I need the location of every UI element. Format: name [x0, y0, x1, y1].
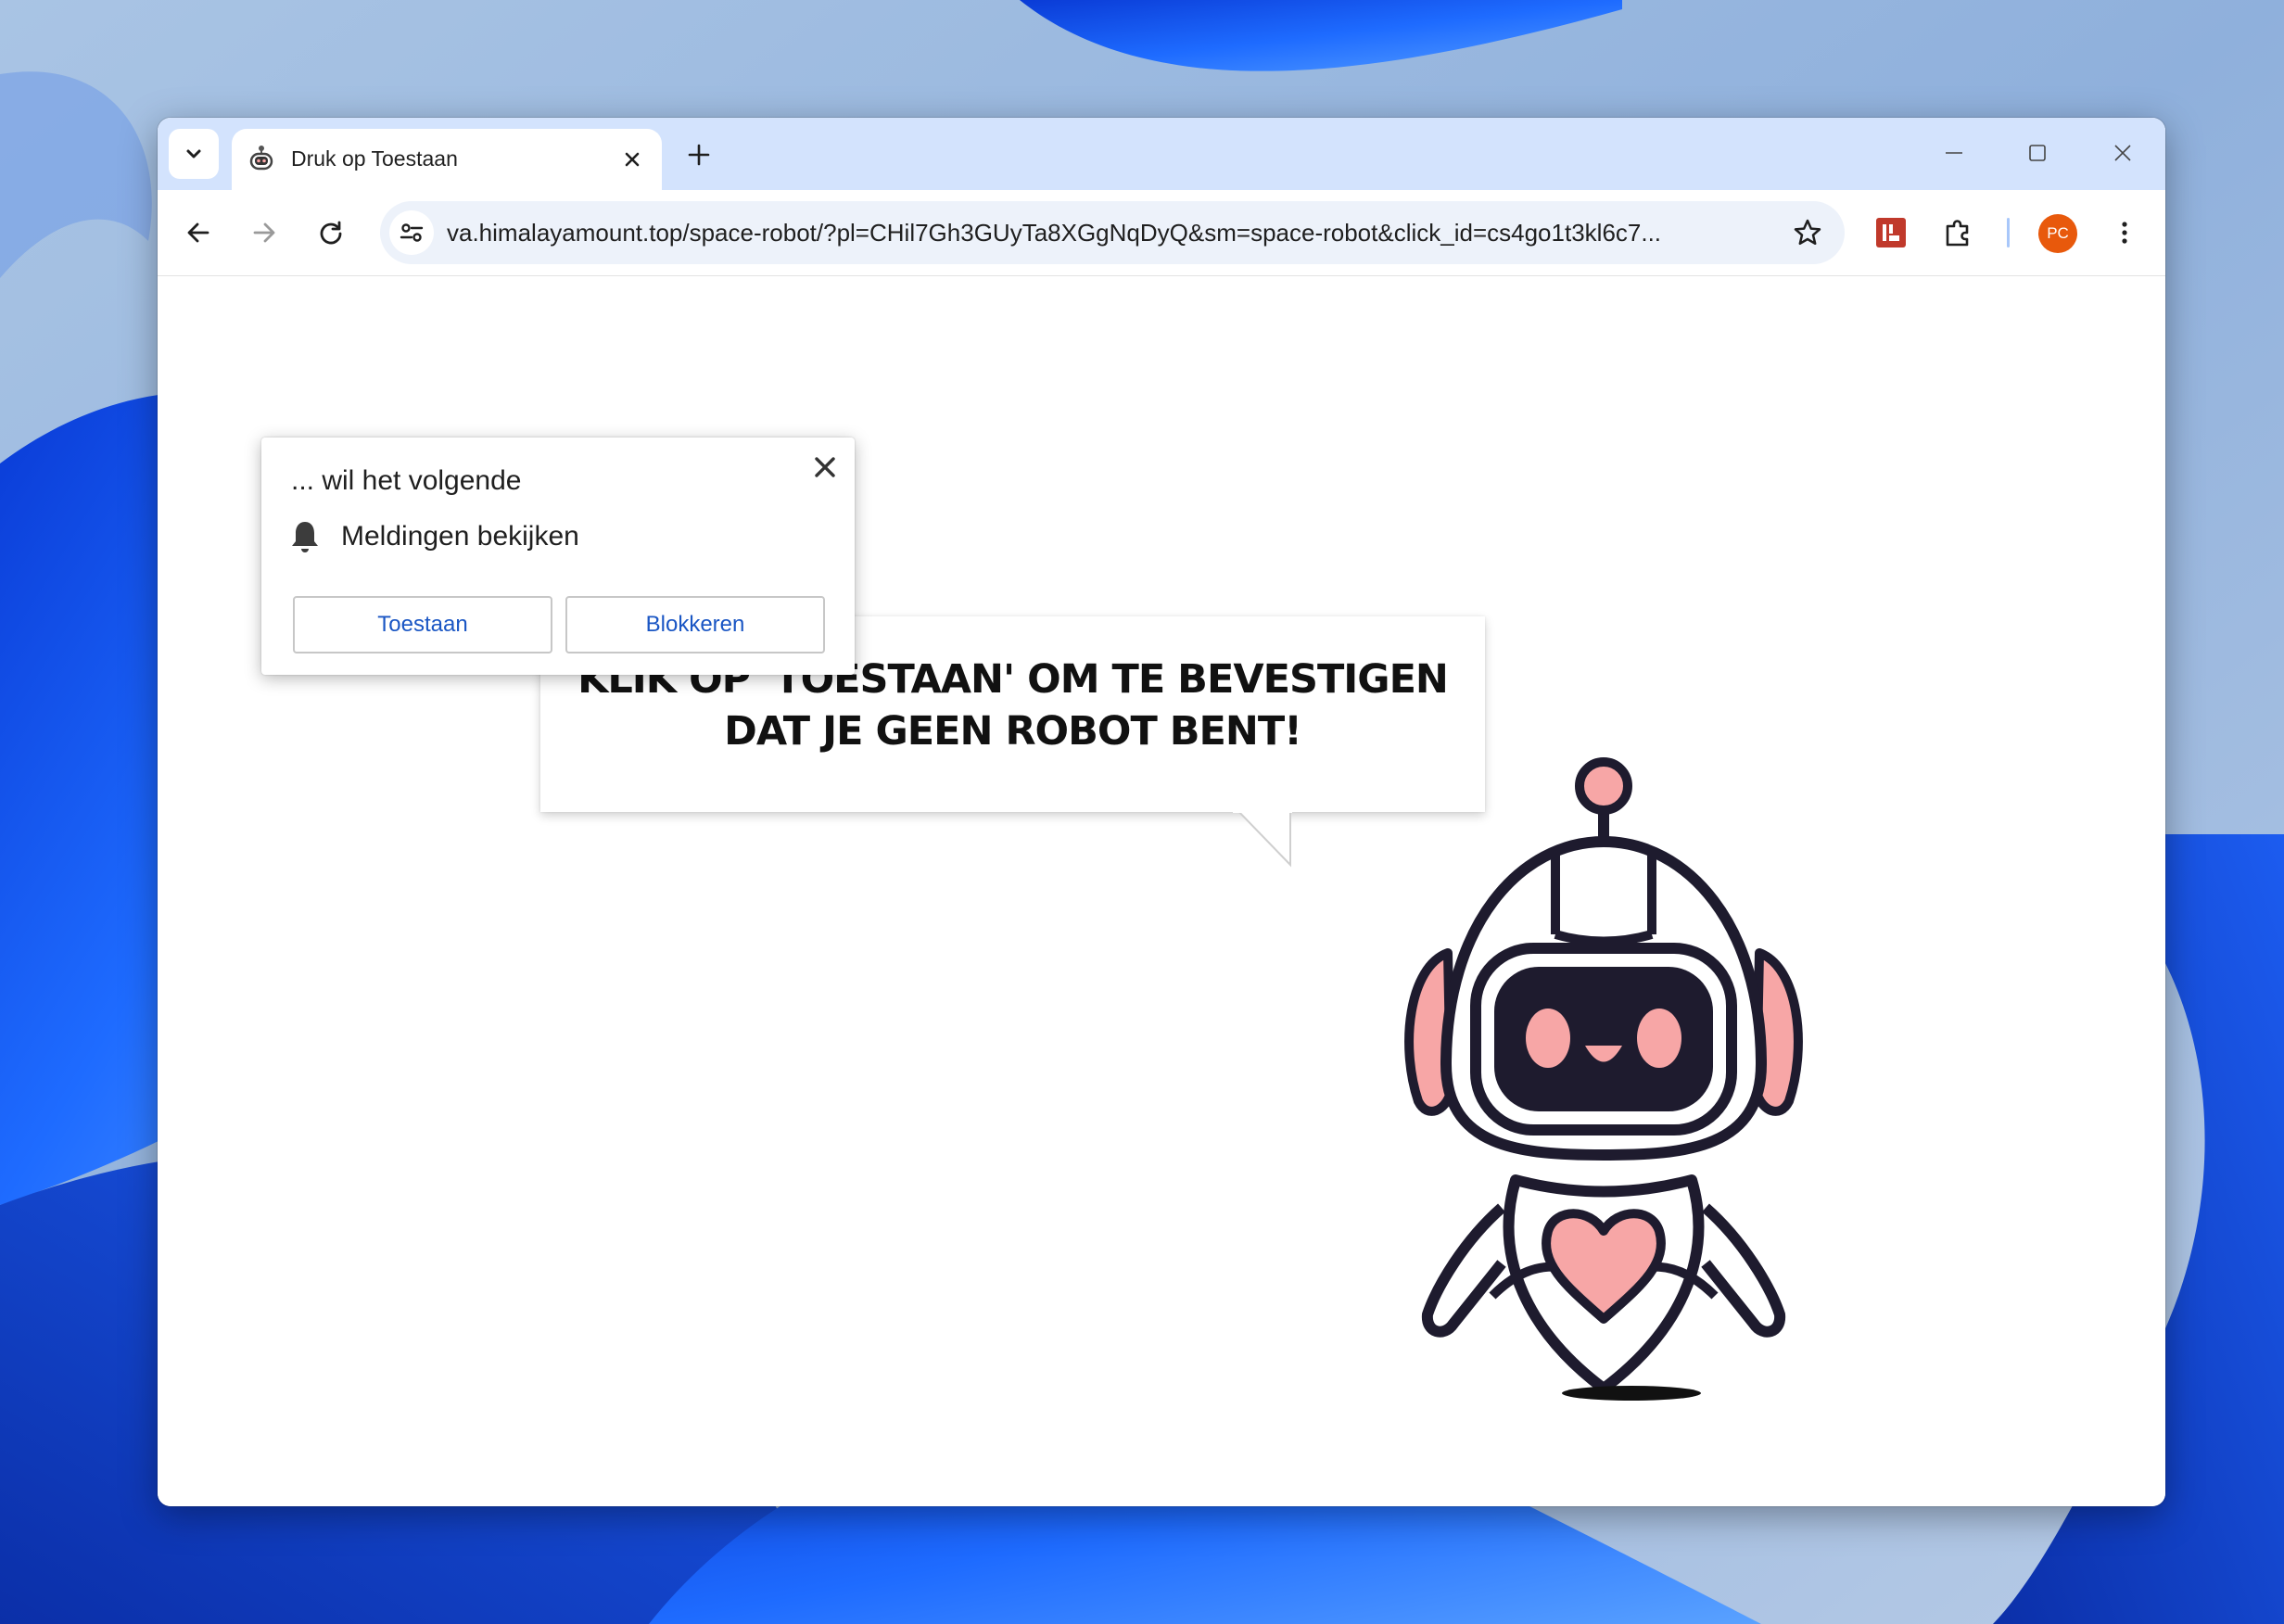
tune-icon: [400, 223, 424, 242]
maximize-button[interactable]: [2010, 127, 2065, 179]
active-tab[interactable]: Druk op Toestaan: [232, 129, 662, 190]
reload-button[interactable]: [309, 210, 353, 255]
page-content: KLIK OP 'TOESTAAN' OM TE BEVESTIGEN DAT …: [158, 276, 2165, 1506]
block-button[interactable]: Blokkeren: [565, 596, 825, 653]
site-info-button[interactable]: [389, 210, 434, 255]
robot-shadow: [1562, 1386, 1701, 1401]
puzzle-icon: [1946, 220, 1969, 247]
prompt-title: ... wil het volgende: [291, 465, 522, 496]
headline-line-2: DAT JE GEEN ROBOT BENT!: [724, 708, 1302, 755]
forward-button[interactable]: [242, 210, 286, 255]
bookmark-button[interactable]: [1785, 210, 1830, 255]
address-bar[interactable]: va.himalayamount.top/space-robot/?pl=CHi…: [380, 201, 1845, 264]
tab-search-button[interactable]: [169, 129, 219, 179]
reload-icon: [320, 221, 342, 245]
extension-button[interactable]: [1869, 210, 1913, 255]
toolbar-divider: [2007, 218, 2010, 247]
arrow-left-icon: [187, 222, 209, 243]
chevron-down-icon: [186, 149, 201, 159]
menu-button[interactable]: [2102, 210, 2147, 255]
star-icon: [1794, 219, 1821, 246]
arrow-right-icon: [253, 222, 275, 243]
close-icon: [625, 152, 640, 167]
robot-favicon-icon: [249, 146, 273, 171]
permission-prompt: ... wil het volgende Meldingen bekijken …: [261, 438, 855, 675]
permission-label: Meldingen bekijken: [341, 521, 579, 552]
robot-illustration: [1404, 757, 1803, 1394]
close-icon: [815, 457, 835, 477]
tab-close-button[interactable]: [615, 143, 649, 176]
new-tab-button[interactable]: [679, 134, 719, 175]
back-button[interactable]: [176, 210, 221, 255]
plus-icon: [688, 144, 710, 166]
bell-icon: [292, 522, 318, 552]
close-window-button[interactable]: [2095, 127, 2151, 179]
maximize-icon: [2029, 145, 2046, 161]
allow-button[interactable]: Toestaan: [293, 596, 552, 653]
minimize-icon: [1946, 152, 1962, 154]
tab-title: Druk op Toestaan: [291, 146, 458, 171]
browser-toolbar: va.himalayamount.top/space-robot/?pl=CHi…: [158, 190, 2165, 276]
extension-logo-icon: [1876, 218, 1906, 247]
profile-avatar[interactable]: PC: [2038, 214, 2077, 253]
extensions-menu-button[interactable]: [1935, 210, 1980, 255]
minimize-button[interactable]: [1926, 127, 1982, 179]
kebab-menu-icon: [2122, 222, 2127, 244]
prompt-close-button[interactable]: [806, 449, 844, 486]
close-window-icon: [2114, 145, 2131, 161]
tab-strip: Druk op Toestaan: [158, 118, 2165, 190]
url-text[interactable]: va.himalayamount.top/space-robot/?pl=CHi…: [447, 219, 1763, 247]
speech-bubble-tail: [1233, 807, 1292, 868]
browser-window: Druk op Toestaan va.himalayamount.top/sp…: [158, 118, 2165, 1506]
